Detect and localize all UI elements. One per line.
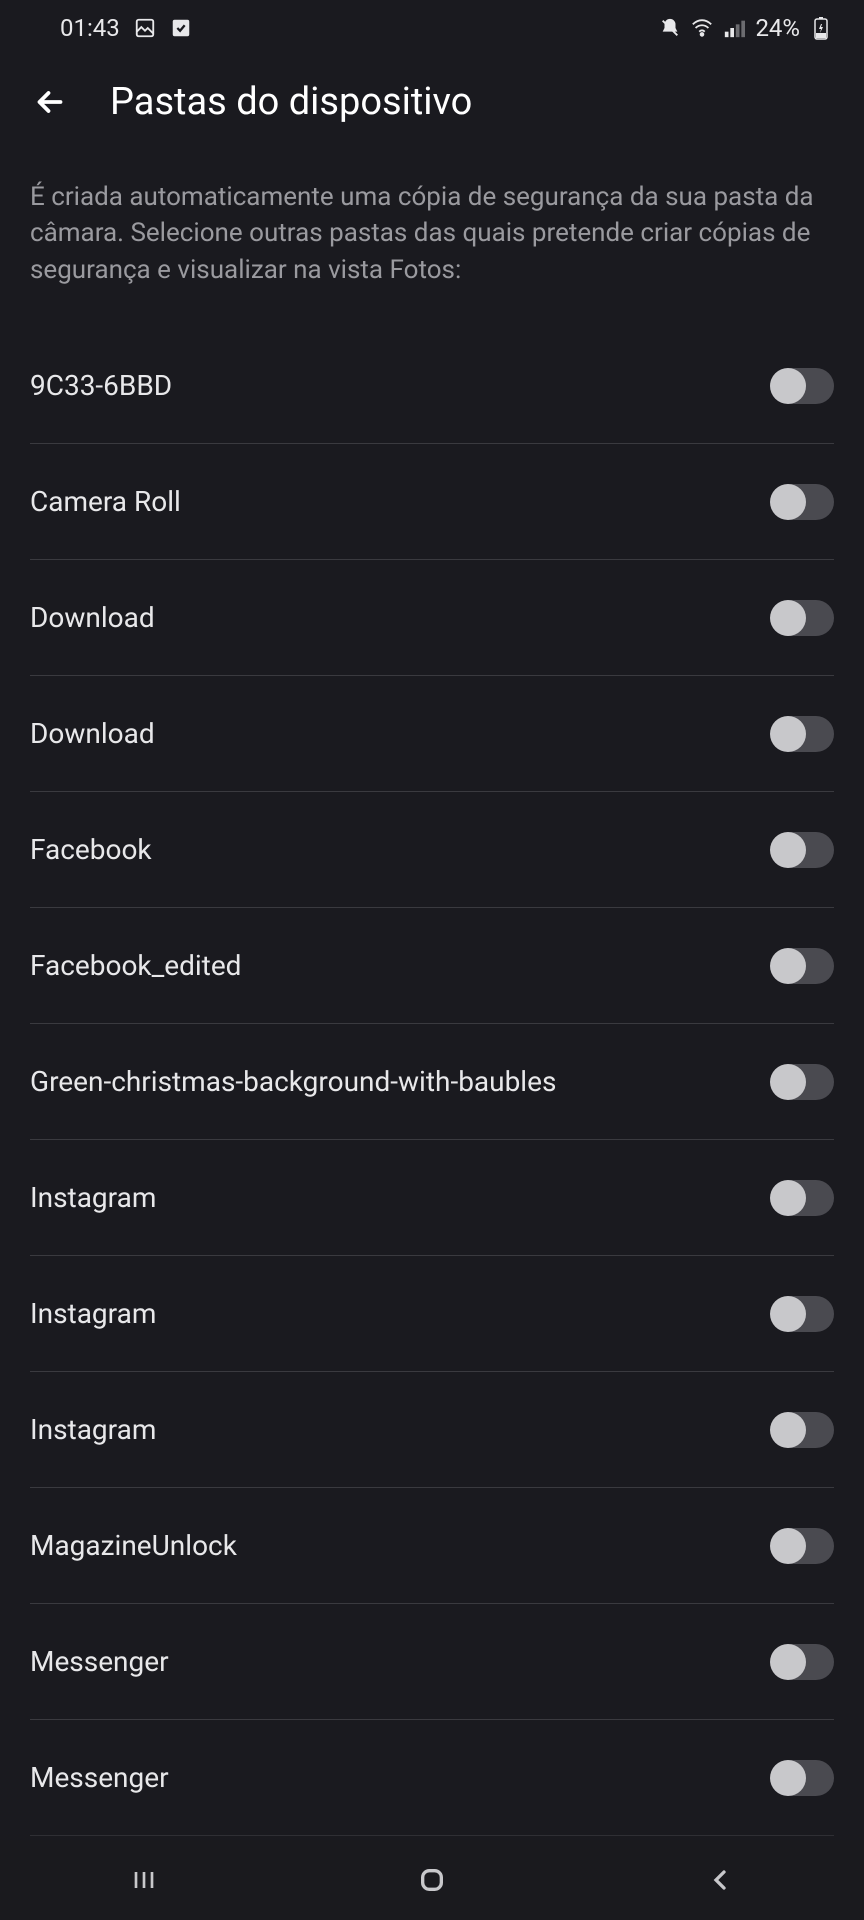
nav-back-button[interactable] bbox=[690, 1850, 750, 1910]
folder-toggle[interactable] bbox=[772, 832, 834, 868]
status-left: 01:43 bbox=[60, 14, 192, 42]
folder-item[interactable]: Facebook bbox=[30, 792, 834, 908]
toggle-knob bbox=[770, 1644, 806, 1680]
folder-item[interactable]: Facebook_edited bbox=[30, 908, 834, 1024]
toggle-knob bbox=[770, 832, 806, 868]
folder-item[interactable]: Instagram bbox=[30, 1140, 834, 1256]
page-description: É criada automaticamente uma cópia de se… bbox=[0, 149, 864, 328]
folder-toggle[interactable] bbox=[772, 716, 834, 752]
folder-item[interactable]: Green-christmas-background-with-baubles bbox=[30, 1024, 834, 1140]
folder-toggle[interactable] bbox=[772, 1064, 834, 1100]
toggle-knob bbox=[770, 948, 806, 984]
nav-home-button[interactable] bbox=[402, 1850, 462, 1910]
folder-item[interactable]: Download bbox=[30, 560, 834, 676]
folder-item[interactable]: Instagram bbox=[30, 1372, 834, 1488]
recent-icon bbox=[128, 1864, 160, 1896]
app-header: Pastas do dispositivo bbox=[0, 55, 864, 149]
page-title: Pastas do dispositivo bbox=[110, 80, 472, 124]
folder-name-label: Download bbox=[30, 601, 155, 634]
status-time: 01:43 bbox=[60, 14, 120, 42]
toggle-knob bbox=[770, 1064, 806, 1100]
toggle-knob bbox=[770, 716, 806, 752]
toggle-knob bbox=[770, 1412, 806, 1448]
folder-item[interactable]: Download bbox=[30, 676, 834, 792]
status-bar: 01:43 24% bbox=[0, 0, 864, 55]
folder-name-label: Messenger bbox=[30, 1645, 169, 1678]
folder-name-label: Download bbox=[30, 717, 155, 750]
folder-item[interactable]: Instagram bbox=[30, 1256, 834, 1372]
folder-item[interactable]: Messenger bbox=[30, 1720, 834, 1836]
toggle-knob bbox=[770, 600, 806, 636]
toggle-knob bbox=[770, 484, 806, 520]
mute-icon bbox=[659, 17, 681, 39]
nav-recent-button[interactable] bbox=[114, 1850, 174, 1910]
toggle-knob bbox=[770, 1180, 806, 1216]
folder-toggle[interactable] bbox=[772, 1296, 834, 1332]
folder-toggle[interactable] bbox=[772, 948, 834, 984]
folder-name-label: MagazineUnlock bbox=[30, 1529, 237, 1562]
signal-icon bbox=[723, 17, 745, 39]
toggle-knob bbox=[770, 1296, 806, 1332]
back-button[interactable] bbox=[30, 82, 70, 122]
navigation-bar bbox=[0, 1840, 864, 1920]
folder-toggle[interactable] bbox=[772, 368, 834, 404]
folder-toggle[interactable] bbox=[772, 484, 834, 520]
folder-name-label: Instagram bbox=[30, 1297, 156, 1330]
folder-toggle[interactable] bbox=[772, 1644, 834, 1680]
folder-toggle[interactable] bbox=[772, 1760, 834, 1796]
wifi-icon bbox=[691, 17, 713, 39]
checkbox-icon bbox=[170, 17, 192, 39]
folder-toggle[interactable] bbox=[772, 1180, 834, 1216]
folder-name-label: Facebook_edited bbox=[30, 949, 241, 982]
toggle-knob bbox=[770, 1760, 806, 1796]
folder-name-label: Green-christmas-background-with-baubles bbox=[30, 1065, 556, 1098]
folder-item[interactable]: MagazineUnlock bbox=[30, 1488, 834, 1604]
folder-toggle[interactable] bbox=[772, 1528, 834, 1564]
folder-name-label: 9C33-6BBD bbox=[30, 369, 172, 402]
toggle-knob bbox=[770, 1528, 806, 1564]
folder-name-label: Facebook bbox=[30, 833, 152, 866]
arrow-left-icon bbox=[32, 84, 68, 120]
folder-item[interactable]: Messenger bbox=[30, 1604, 834, 1720]
folder-item[interactable]: 9C33-6BBD bbox=[30, 328, 834, 444]
home-icon bbox=[416, 1864, 448, 1896]
folder-list: 9C33-6BBD Camera Roll Download Download Face… bbox=[0, 328, 864, 1836]
battery-icon bbox=[810, 17, 832, 39]
folder-toggle[interactable] bbox=[772, 1412, 834, 1448]
battery-text: 24% bbox=[755, 14, 800, 42]
folder-name-label: Instagram bbox=[30, 1413, 156, 1446]
folder-item[interactable]: Camera Roll bbox=[30, 444, 834, 560]
folder-toggle[interactable] bbox=[772, 600, 834, 636]
folder-name-label: Camera Roll bbox=[30, 485, 181, 518]
folder-name-label: Messenger bbox=[30, 1761, 169, 1794]
status-right: 24% bbox=[659, 14, 832, 42]
folder-name-label: Instagram bbox=[30, 1181, 156, 1214]
toggle-knob bbox=[770, 368, 806, 404]
back-icon bbox=[704, 1864, 736, 1896]
gallery-icon bbox=[134, 17, 156, 39]
